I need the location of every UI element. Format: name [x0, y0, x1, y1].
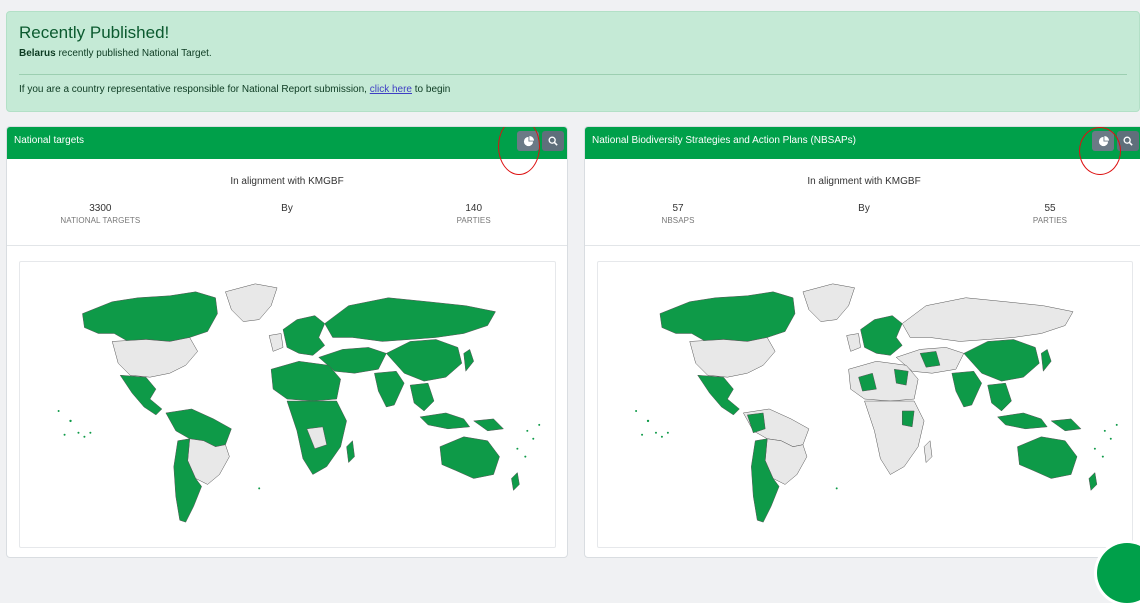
parties-label: PARTIES [456, 216, 491, 225]
nbsaps-count: 57 [672, 203, 684, 214]
parties-stat: 140 PARTIES [380, 203, 567, 227]
world-map-svg [57, 283, 541, 523]
card-title: National Biodiversity Strategies and Act… [592, 135, 857, 146]
banner-message-text: recently published National Target. [58, 48, 212, 59]
banner-cta: If you are a country representative resp… [19, 83, 1127, 97]
header-buttons [517, 131, 564, 151]
targets-count: 3300 [89, 203, 112, 214]
banner-cta-suffix: to begin [414, 84, 451, 95]
world-map[interactable] [19, 261, 556, 548]
banner-divider [19, 74, 1127, 75]
map-search-button[interactable] [1117, 131, 1139, 151]
alignment-title: In alignment with KMGBF [807, 176, 921, 187]
card-header: National Biodiversity Strategies and Act… [585, 127, 1140, 159]
pie-chart-icon [1098, 135, 1109, 146]
chart-view-button[interactable] [1092, 131, 1114, 151]
stats-row: 57 NBSAPS By 55 PARTIES [585, 203, 1140, 227]
by-label: By [281, 203, 293, 214]
world-map-svg [635, 283, 1118, 523]
by-stat: By [194, 203, 381, 227]
world-map[interactable] [597, 261, 1133, 548]
banner-cta-prefix: If you are a country representative resp… [19, 84, 367, 95]
nbsaps-label: NBSAPS [661, 216, 695, 225]
by-label: By [858, 203, 870, 214]
targets-label: NATIONAL TARGETS [60, 216, 141, 225]
stats-row: 3300 NATIONAL TARGETS By 140 PARTIES [7, 203, 567, 227]
nbsaps-card: National Biodiversity Strategies and Act… [584, 126, 1140, 558]
header-buttons [1092, 131, 1139, 151]
pie-chart-icon [523, 135, 534, 146]
banner-country: Belarus [19, 48, 56, 59]
national-targets-card: National targets In alignment with KMGBF… [6, 126, 568, 558]
banner-title: Recently Published! [19, 23, 170, 42]
alignment-title: In alignment with KMGBF [230, 176, 344, 187]
click-here-link[interactable]: click here [370, 84, 412, 95]
stats-divider [7, 245, 567, 246]
chart-view-button[interactable] [517, 131, 539, 151]
banner-message: Belarus recently published National Targ… [19, 47, 1127, 61]
parties-stat: 55 PARTIES [957, 203, 1140, 227]
recently-published-banner: Recently Published! Belarus recently pub… [6, 11, 1140, 112]
by-stat: By [771, 203, 957, 227]
targets-stat: 3300 NATIONAL TARGETS [7, 203, 194, 227]
search-icon [1123, 136, 1133, 146]
card-header: National targets [7, 127, 567, 159]
parties-count: 55 [1044, 203, 1056, 214]
parties-count: 140 [465, 203, 483, 214]
parties-label: PARTIES [1032, 216, 1068, 225]
search-icon [548, 136, 558, 146]
nbsaps-stat: 57 NBSAPS [585, 203, 771, 227]
card-title: National targets [14, 135, 85, 146]
stats-divider [585, 245, 1140, 246]
map-search-button[interactable] [542, 131, 564, 151]
